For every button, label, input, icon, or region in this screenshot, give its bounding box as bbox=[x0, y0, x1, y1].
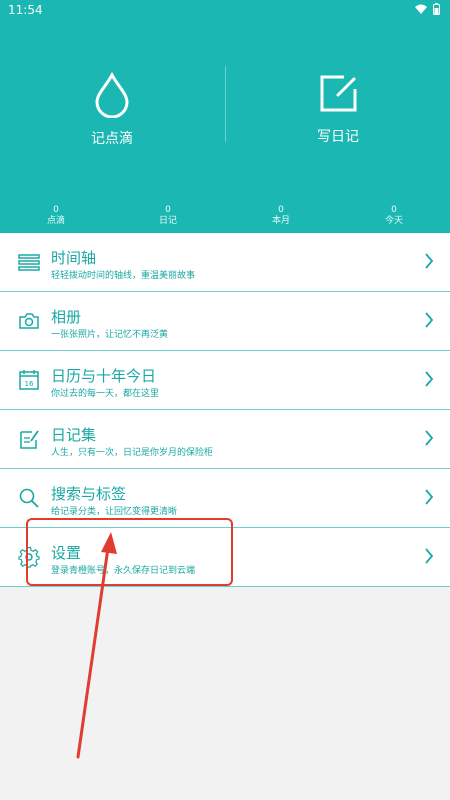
annotation-arrow bbox=[76, 532, 117, 759]
